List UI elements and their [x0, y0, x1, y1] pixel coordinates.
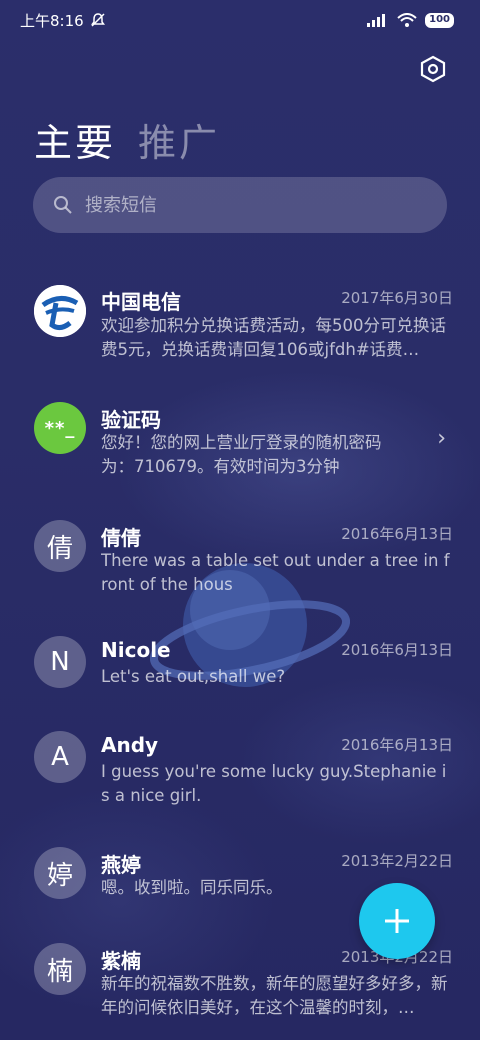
new-message-button[interactable]	[359, 883, 435, 959]
signal-icon	[367, 14, 386, 27]
message-snippet: 新年的祝福数不胜数，新年的愿望好多好多，新年的问候依旧美好，在这个温馨的时刻，…	[101, 974, 448, 1017]
avatar: 婷	[34, 847, 86, 899]
tab-primary[interactable]: 主要	[34, 112, 116, 167]
message-snippet: 您好！您的网上营业厅登录的随机密码为：710679。有效时间为3分钟	[101, 433, 382, 476]
avatar: **_	[34, 402, 86, 454]
contact-name: 中国电信	[101, 290, 181, 314]
conversation-row[interactable]: N Nicole 2016年6月13日 Let's eat out,shall …	[0, 620, 480, 716]
message-date: 2016年6月13日	[341, 641, 453, 659]
contact-name: Andy	[101, 733, 159, 757]
message-date: 2016年6月13日	[341, 525, 453, 543]
message-date: 2017年6月30日	[341, 289, 453, 307]
avatar: N	[34, 636, 86, 688]
contact-name: 倩倩	[101, 526, 141, 550]
message-snippet: Let's eat out,shall we?	[101, 667, 286, 686]
tab-promotions[interactable]: 推广	[138, 112, 220, 167]
message-date: 2016年6月13日	[341, 736, 453, 754]
conversation-row[interactable]: 中国电信 2017年6月30日 欢迎参加积分兑换话费活动，每500分可兑换话费5…	[0, 268, 480, 378]
hexagon-settings-icon	[420, 55, 446, 83]
contact-name: 燕婷	[101, 853, 141, 877]
contact-name: 验证码	[101, 408, 161, 432]
china-telecom-logo-icon	[34, 285, 86, 337]
status-time: 上午8:16	[20, 11, 84, 30]
wifi-icon	[397, 13, 417, 27]
search-input[interactable]	[85, 194, 405, 216]
conversation-row[interactable]: **_ 验证码 您好！您的网上营业厅登录的随机密码为：710679。有效时间为3…	[0, 386, 480, 494]
message-snippet: There was a table set out under a tree i…	[101, 551, 450, 594]
message-date: 2013年2月22日	[341, 852, 453, 870]
avatar: 楠	[34, 943, 86, 995]
conversation-row[interactable]: 倩 倩倩 2016年6月13日 There was a table set ou…	[0, 504, 480, 612]
contact-name: Nicole	[101, 638, 171, 662]
bell-off-icon	[90, 13, 105, 27]
settings-button[interactable]	[418, 54, 448, 84]
battery-indicator: 100	[425, 12, 454, 28]
tab-bar: 主要 推广	[34, 112, 220, 167]
contact-name: 紫楠	[101, 949, 141, 973]
status-bar: 上午8:16 100	[0, 0, 480, 40]
avatar	[34, 285, 86, 337]
search-bar[interactable]	[33, 177, 447, 233]
avatar: A	[34, 731, 86, 783]
plus-icon	[385, 909, 409, 933]
message-snippet: I guess you're some lucky guy.Stephanie …	[101, 762, 447, 805]
message-snippet: 欢迎参加积分兑换话费活动，每500分可兑换话费5元，兑换话费请回复106或jfd…	[101, 316, 446, 359]
conversation-row[interactable]: A Andy 2016年6月13日 I guess you're some lu…	[0, 715, 480, 823]
avatar: 倩	[34, 520, 86, 572]
search-icon	[54, 196, 72, 214]
chevron-right-icon: ›	[437, 426, 446, 451]
